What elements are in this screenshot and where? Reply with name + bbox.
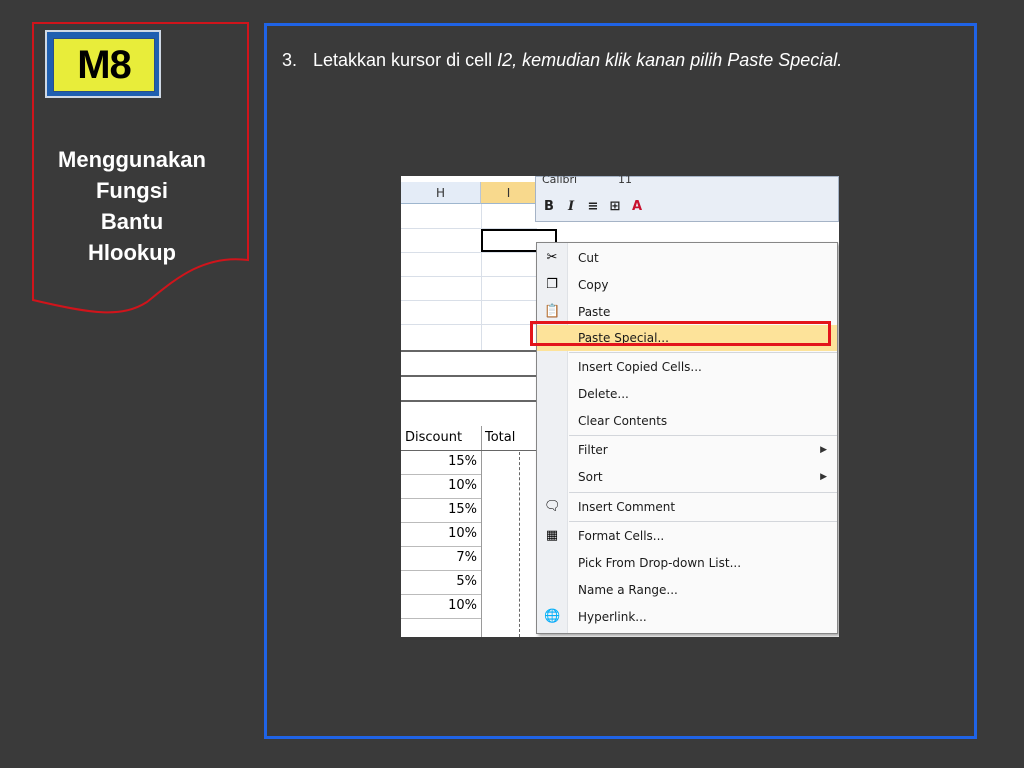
banner-title: Menggunakan Fungsi Bantu Hlookup [32, 144, 232, 268]
comment-icon: 🗨 [544, 499, 561, 514]
menu-item-label: Filter [578, 443, 608, 457]
font-name-box[interactable]: Calibri [542, 176, 577, 186]
grid-line [401, 546, 481, 547]
discount-cell[interactable]: 15% [403, 450, 477, 474]
table-border [401, 350, 537, 352]
menu-item-sort[interactable]: Sort ▶ [537, 464, 837, 490]
menu-item-label: Pick From Drop-down List... [578, 556, 742, 570]
discount-cell[interactable]: 10% [403, 474, 477, 498]
align-center-icon[interactable]: ≡ [584, 197, 602, 217]
menu-separator [569, 435, 837, 436]
menu-item-filter[interactable]: Filter ▶ [537, 437, 837, 463]
step-number: 3. [282, 50, 298, 70]
menu-separator [569, 521, 837, 522]
menu-item-label: Insert Copied Cells... [578, 360, 702, 374]
submenu-arrow-icon: ▶ [820, 445, 827, 455]
discount-cell[interactable]: 10% [403, 594, 477, 618]
banner-title-line: Menggunakan [58, 147, 206, 172]
bold-button[interactable]: B [540, 197, 558, 217]
menu-item-insert-comment[interactable]: 🗨 Insert Comment [537, 494, 837, 520]
banner-title-line: Fungsi [95, 178, 169, 203]
format-cells-icon: ▦ [545, 528, 559, 543]
column-header-h[interactable]: H [401, 182, 481, 204]
menu-item-name-a-range[interactable]: Name a Range... [537, 577, 837, 603]
hyperlink-icon: 🌐 [544, 609, 561, 624]
copy-marquee [519, 452, 520, 637]
menu-item-delete[interactable]: Delete... [537, 381, 837, 407]
discount-cell[interactable]: 15% [403, 498, 477, 522]
format-row: B I ≡ ⊞ A [540, 195, 646, 219]
discount-cell[interactable]: 5% [403, 570, 477, 594]
scissors-icon: ✂ [546, 250, 558, 265]
grid-line [401, 570, 481, 571]
excel-screenshot: H I Discount Total 15% 10% 15% 10% 7% 5%… [401, 176, 839, 637]
font-size-box[interactable]: 11 [618, 176, 632, 186]
context-menu: ✂ Cut ❐ Copy 📋 Paste Paste Special... In… [536, 242, 838, 634]
paste-icon: 📋 [544, 304, 561, 319]
menu-item-label: Format Cells... [578, 529, 665, 543]
font-color-icon[interactable]: A [628, 197, 646, 217]
logo-badge: M8 [53, 38, 155, 92]
grid-line [401, 594, 481, 595]
logo-text: M8 [77, 43, 132, 87]
menu-item-label: Name a Range... [578, 583, 678, 597]
banner-title-line: Hlookup [88, 240, 176, 265]
grid-line [401, 276, 537, 277]
grid-line [481, 204, 482, 350]
font-row: Calibri 11 [538, 176, 834, 189]
menu-item-clear-contents[interactable]: Clear Contents [537, 408, 837, 434]
borders-icon[interactable]: ⊞ [606, 197, 624, 217]
column-header-i[interactable]: I [481, 182, 537, 204]
mini-toolbar: Calibri 11 B I ≡ ⊞ A [535, 176, 839, 222]
menu-item-label: Insert Comment [578, 500, 676, 514]
copy-icon: ❐ [546, 277, 558, 292]
menu-item-label: Cut [578, 251, 599, 265]
italic-button[interactable]: I [562, 197, 580, 217]
discount-cell[interactable]: 7% [403, 546, 477, 570]
grid-line [401, 474, 481, 475]
grid-line [401, 618, 481, 619]
table-border [401, 400, 537, 402]
menu-item-label: Hyperlink... [578, 610, 647, 624]
step-text: Letakkan kursor di cell I2, kemudian kli… [282, 46, 968, 74]
menu-item-copy[interactable]: ❐ Copy [537, 272, 837, 298]
grid-line [401, 522, 481, 523]
step-text-italic: I2, kemudian klik kanan pilih Paste Spec… [497, 50, 843, 70]
grid-line [401, 252, 537, 253]
menu-item-label: Delete... [578, 387, 629, 401]
grid-line [401, 498, 481, 499]
menu-item-pick-from-list[interactable]: Pick From Drop-down List... [537, 550, 837, 576]
paste-special-highlight [530, 321, 831, 346]
discount-cell[interactable]: 10% [403, 522, 477, 546]
grid-line [401, 324, 537, 325]
submenu-arrow-icon: ▶ [820, 472, 827, 482]
step-instruction: 3. Letakkan kursor di cell I2, kemudian … [282, 46, 968, 74]
grid-line [481, 426, 482, 637]
menu-item-hyperlink[interactable]: 🌐 Hyperlink... [537, 604, 837, 630]
menu-item-insert-copied-cells[interactable]: Insert Copied Cells... [537, 354, 837, 380]
menu-item-label: Sort [578, 470, 603, 484]
menu-separator [569, 492, 837, 493]
header-total: Total [485, 430, 516, 445]
menu-item-label: Clear Contents [578, 414, 668, 428]
grid-line [401, 300, 537, 301]
menu-item-format-cells[interactable]: ▦ Format Cells... [537, 523, 837, 549]
step-text-plain: Letakkan kursor di cell [313, 50, 498, 70]
table-border [401, 375, 537, 377]
menu-item-cut[interactable]: ✂ Cut [537, 245, 837, 271]
menu-separator [569, 352, 837, 353]
header-discount: Discount [405, 430, 463, 445]
menu-item-label: Copy [578, 278, 609, 292]
banner-title-line: Bantu [100, 209, 164, 234]
module-logo: M8 [45, 30, 161, 98]
